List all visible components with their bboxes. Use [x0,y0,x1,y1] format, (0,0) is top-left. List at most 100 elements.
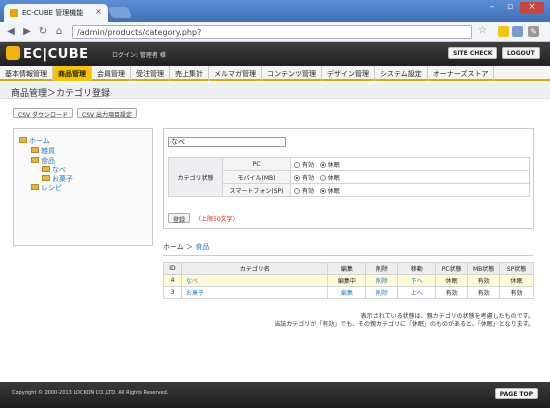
cell-id: 4 [163,274,182,287]
radio-label: 休眠 [327,187,340,195]
folder-icon [42,166,50,172]
forward-icon[interactable]: ▶ [20,25,34,39]
note-line: 当該カテゴリが「有効」でも、その親カテゴリに「休眠」のものがあると、「休眠」とな… [274,321,534,328]
cell-pc-status: 有効 [435,286,469,299]
menu-item-products[interactable]: 商品管理 [53,66,92,81]
tree-node-recipe[interactable]: レシピ [31,183,62,193]
tree-node-label: 雑貨 [41,147,55,155]
login-status: ログイン: 管理者 様 [112,52,166,59]
col-edit: 編集 [327,262,367,275]
category-name-input[interactable]: なべ [168,137,286,147]
edit-link[interactable]: 編集 [327,286,367,299]
cell-name-link[interactable]: お菓子 [180,286,329,299]
col-mb-status: MB状態 [467,262,501,275]
device-label-pc: PC [222,157,291,171]
menu-item-basic-info[interactable]: 基本情報管理 [0,66,53,81]
radio-pc-off[interactable] [319,161,326,168]
radio-sp-on[interactable] [294,187,300,194]
cell-mb-status: 有効 [467,286,501,299]
back-icon[interactable]: ◀ [4,25,18,39]
folder-icon [42,175,50,181]
app-header: EC|CUBE ログイン: 管理者 様 SITE CHECK LOGOUT [0,42,550,66]
table-row: 3 お菓子 編集 削除 上へ 有効 有効 有効 [163,286,534,299]
csv-settings-button[interactable]: CSV 出力項目設定 [77,108,138,119]
cell-mb-status: 有効 [467,274,501,287]
folder-icon [31,147,39,153]
delete-link[interactable]: 削除 [365,286,399,299]
divider [163,255,534,256]
status-options-pc: 有効 休眠 [290,157,530,171]
tree-node-home[interactable]: ホーム [19,136,50,146]
tree-node-label: ホーム [29,137,50,145]
address-bar[interactable]: /admin/products/category.php? [72,25,472,39]
logout-button[interactable]: LOGOUT [502,47,540,59]
reload-icon[interactable]: ↻ [36,25,50,39]
cell-pc-status: 休眠 [435,274,469,287]
page-title: 商品管理＞カテゴリ登録 [0,83,550,99]
menu-item-system[interactable]: システム設定 [375,66,428,81]
col-delete: 削除 [365,262,399,275]
menu-item-design[interactable]: デザイン管理 [322,66,375,81]
ec-cube-logo[interactable]: EC|CUBE [6,46,89,62]
navigation-bar: ◀ ▶ ↻ ⌂ /admin/products/category.php? ☆ … [0,22,550,42]
extension-icon[interactable] [498,26,509,37]
radio-label: 休眠 [327,174,340,182]
radio-sp-off[interactable] [319,187,326,194]
radio-pc-on[interactable] [294,161,300,168]
browser-tab[interactable]: EC-CUBE 管理機能 × [4,4,108,22]
tree-node-label: レシピ [41,184,62,192]
tree-node-zakka[interactable]: 雑貨 [31,146,55,156]
cell-id: 3 [163,286,182,299]
new-tab-button[interactable] [107,7,133,18]
minimize-icon[interactable]: – [484,2,500,14]
note-line: 表示されている状態は、親カテゴリの状態を考慮したものです。 [360,313,534,320]
cell-sp-status: 休眠 [499,274,534,287]
tree-node-label: お菓子 [52,175,73,183]
folder-icon [19,137,27,143]
breadcrumb: ホーム ＞ 食品 [163,242,209,252]
menu-item-sales[interactable]: 売上集計 [170,66,209,81]
category-status-table: カテゴリ状態 PC 有効 休眠 モバイル(MB) 有効 休眠 スマートフォン(S… [168,157,530,197]
tab-bar: EC-CUBE 管理機能 × – ▫ × [0,0,550,22]
home-icon[interactable]: ⌂ [52,25,66,39]
table-header-row: ID カテゴリ名 編集 削除 移動 PC状態 MB状態 SP状態 [163,262,534,275]
menu-item-customers[interactable]: 会員管理 [92,66,131,81]
radio-mb-off[interactable] [319,174,326,181]
col-name: カテゴリ名 [180,262,329,275]
menu-item-owners-store[interactable]: オーナーズストア [428,66,495,81]
breadcrumb-current: 食品 [195,243,210,251]
status-options-mb: 有効 休眠 [290,170,530,184]
page-top-button[interactable]: PAGE TOP [494,388,538,399]
radio-label: 有効 [302,161,315,169]
move-down-link[interactable]: 下へ [397,274,437,287]
col-pc-status: PC状態 [435,262,469,275]
breadcrumb-home[interactable]: ホーム [163,243,184,251]
save-button[interactable]: 登録 [168,213,191,224]
extension-icon[interactable] [512,26,523,37]
menu-item-contents[interactable]: コンテンツ管理 [262,66,322,81]
bookmark-star-icon[interactable]: ☆ [478,25,487,36]
main-menu: 基本情報管理 商品管理 会員管理 受注管理 売上集計 メルマガ管理 コンテンツ管… [0,66,550,81]
menu-item-orders[interactable]: 受注管理 [131,66,170,81]
tree-node-label: 食品 [41,157,55,165]
status-options-sp: 有効 休眠 [290,183,530,197]
window-close-icon[interactable]: × [520,2,544,14]
delete-link[interactable]: 削除 [365,274,399,287]
radio-label: 有効 [302,174,315,182]
wrench-icon[interactable]: ✎ [528,26,539,37]
menu-item-mailmagazine[interactable]: メルマガ管理 [209,66,262,81]
maximize-icon[interactable]: ▫ [502,2,518,14]
copyright: Copyright © 2000-2013 LOCKON CO.,LTD. Al… [12,390,169,396]
cell-edit: 編集中 [327,274,367,287]
radio-mb-on[interactable] [294,174,300,181]
close-tab-icon[interactable]: × [95,7,102,16]
col-sp-status: SP状態 [499,262,534,275]
favicon-icon [10,9,18,17]
csv-download-button[interactable]: CSV ダウンロード [13,108,74,119]
cell-name-link[interactable]: なべ [180,274,329,287]
radio-label: 休眠 [327,161,340,169]
footer: Copyright © 2000-2013 LOCKON CO.,LTD. Al… [0,382,550,408]
site-check-button[interactable]: SITE CHECK [448,47,498,59]
radio-label: 有効 [302,187,315,195]
move-up-link[interactable]: 上へ [397,286,437,299]
